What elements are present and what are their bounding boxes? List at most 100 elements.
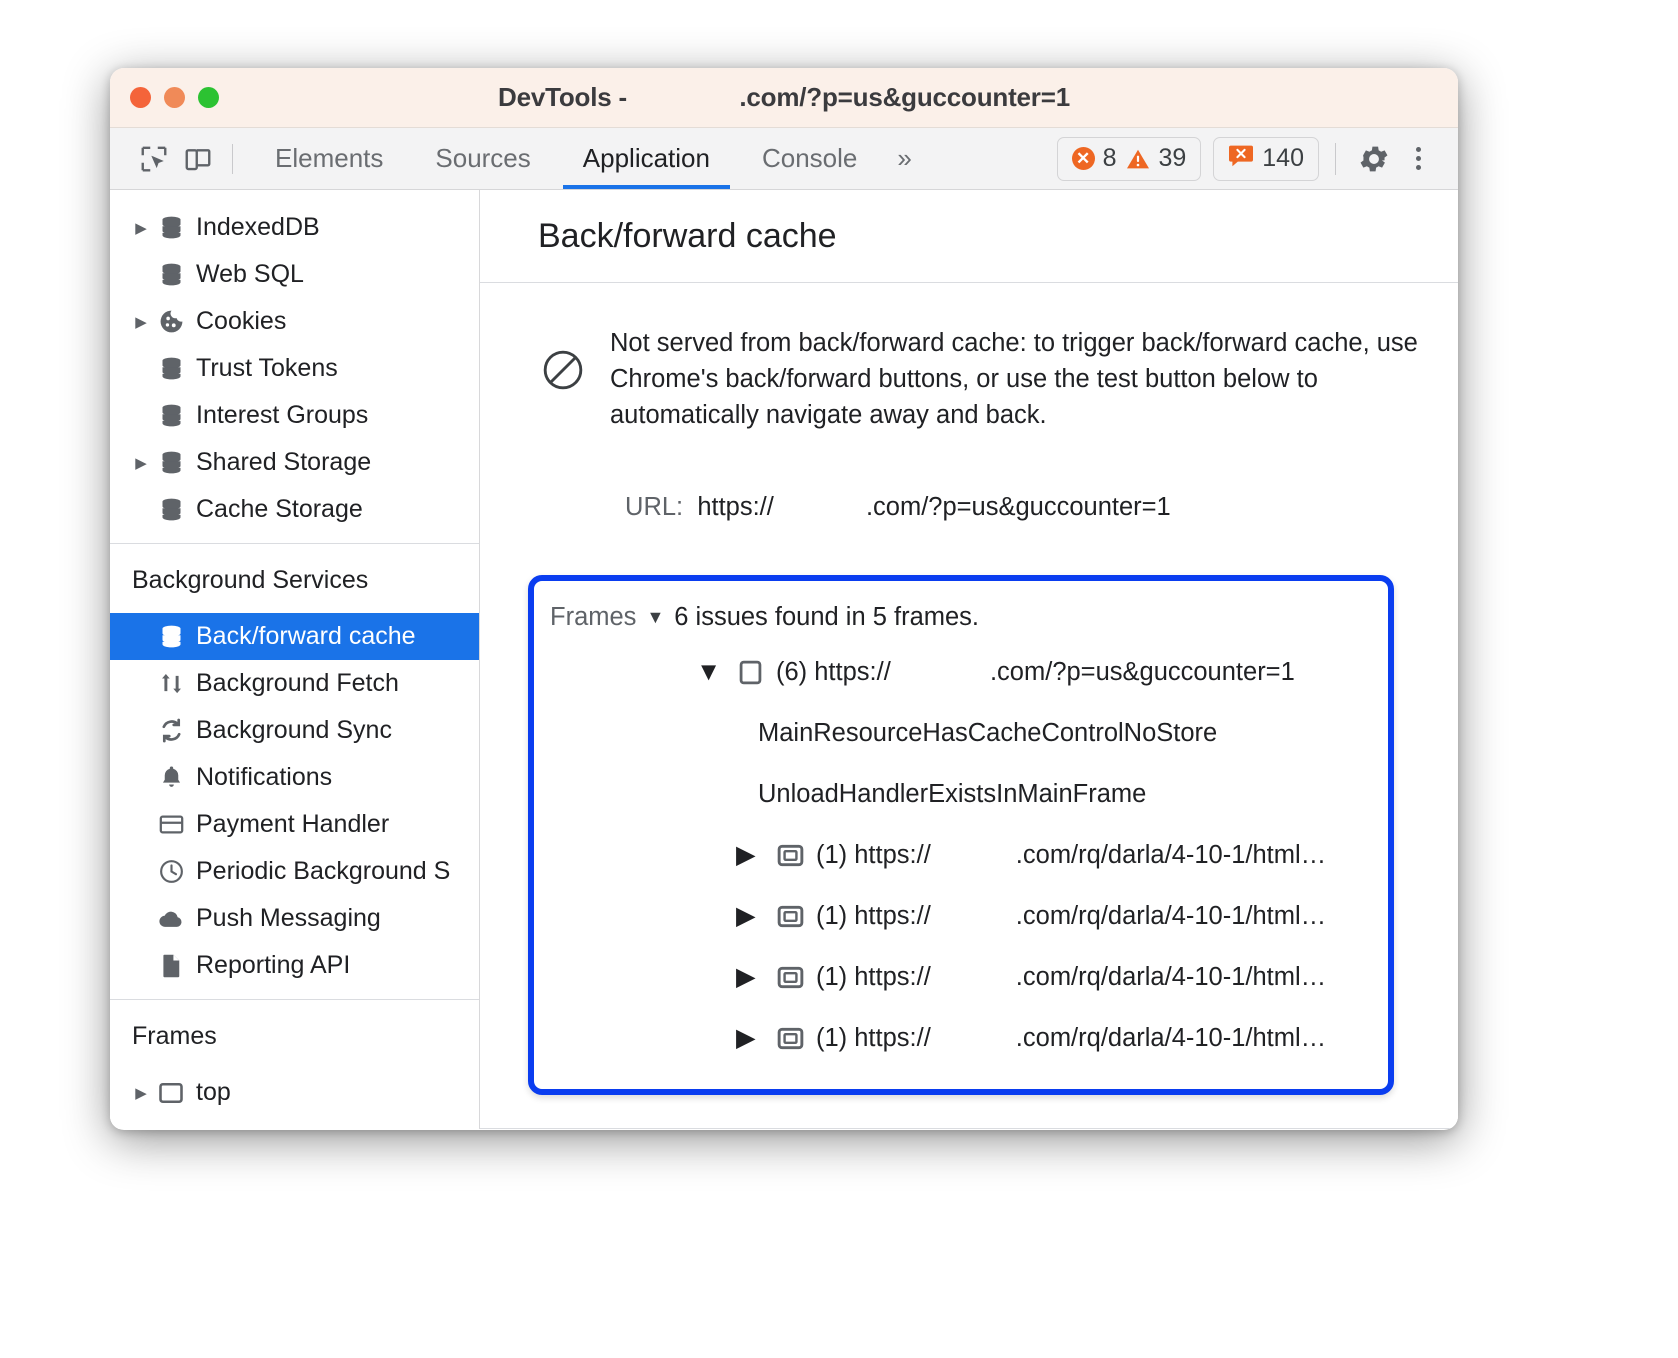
iframe-icon: [770, 1024, 810, 1053]
error-count: 8: [1102, 144, 1117, 172]
toolbar-divider: [232, 143, 233, 174]
toolbar-right-group: [1319, 137, 1440, 181]
iframe-icon: [770, 841, 810, 870]
chevron-right-icon[interactable]: ▶: [736, 1023, 770, 1053]
sidebar-item-shared-storage[interactable]: ▶ Shared Storage: [110, 439, 479, 486]
up-down-arrows-icon: [154, 670, 188, 697]
frame-row-url: (1) https:// .com/rq/darla/4-10-1/html…: [816, 840, 1327, 869]
window-titlebar: DevTools - .com/?p=us&guccounter=1: [110, 68, 1458, 128]
page-url-row: URL: https:// .com/?p=us&guccounter=1: [480, 434, 1458, 551]
sidebar-item-label: Web SQL: [196, 260, 304, 288]
frame-row-child[interactable]: ▶ (1) https:// .com/rq/darla/4-10-1/html…: [534, 947, 1388, 1008]
window-title: DevTools - .com/?p=us&guccounter=1: [498, 82, 1070, 112]
sidebar-item-background-sync[interactable]: ▶ Background Sync: [110, 707, 479, 754]
error-warning-badge-group[interactable]: ✕ 8 39: [1056, 136, 1202, 181]
chevron-right-icon[interactable]: ▶: [736, 962, 770, 992]
devtools-toolbar: Elements Sources Application Console » ✕…: [110, 128, 1458, 190]
sidebar-item-label: Periodic Background S: [196, 857, 451, 885]
status-message: Not served from back/forward cache: to t…: [610, 329, 1418, 430]
sidebar-item-label: IndexedDB: [196, 213, 320, 241]
frame-row-child[interactable]: ▶ (1) https:// .com/rq/darla/4-10-1/html…: [534, 1008, 1388, 1069]
frame-reason-label: MainResourceHasCacheControlNoStore: [758, 718, 1218, 747]
tab-elements[interactable]: Elements: [249, 128, 409, 189]
sidebar-item-reporting-api[interactable]: ▶ Reporting API: [110, 942, 479, 989]
chevron-down-icon[interactable]: ▼: [646, 608, 664, 626]
application-sidebar[interactable]: ▶ ▶ IndexedDB ▶: [110, 190, 480, 1129]
sidebar-item-label: Payment Handler: [196, 810, 390, 838]
sidebar-item-cache-storage[interactable]: ▶ Cache Storage: [110, 486, 479, 533]
issues-count: 140: [1262, 144, 1304, 172]
sidebar-item-web-sql[interactable]: ▶ Web SQL: [110, 251, 479, 298]
tab-console[interactable]: Console: [736, 128, 883, 189]
clock-icon: [154, 858, 188, 885]
sidebar-item-push-messaging[interactable]: ▶ Push Messaging: [110, 895, 479, 942]
database-icon: [154, 261, 188, 288]
database-icon: [154, 402, 188, 429]
chevron-right-icon[interactable]: ▶: [736, 901, 770, 931]
gear-icon[interactable]: [1352, 137, 1396, 181]
frame-row-child[interactable]: ▶ (1) https:// .com/rq/darla/4-10-1/html…: [534, 825, 1388, 886]
database-icon: [154, 214, 188, 241]
warning-count: 39: [1158, 144, 1187, 172]
chevron-down-icon[interactable]: ▼: [696, 658, 730, 687]
sidebar-item-trust-tokens[interactable]: ▶ Trust Tokens: [110, 345, 479, 392]
frame-row-url: (1) https:// .com/rq/darla/4-10-1/html…: [816, 1023, 1327, 1052]
sidebar-item-clipped[interactable]: ▶: [110, 190, 479, 204]
frames-tree-summary: 6 issues found in 5 frames.: [674, 602, 980, 631]
frames-tree-label: Frames: [550, 602, 637, 631]
device-toolbar-icon[interactable]: [176, 137, 220, 181]
database-icon: [154, 355, 188, 382]
inspect-element-icon[interactable]: [132, 137, 176, 181]
more-tabs-icon[interactable]: »: [883, 143, 927, 174]
tab-elements-label: Elements: [275, 143, 384, 173]
tab-application[interactable]: Application: [557, 128, 736, 189]
kebab-menu-icon[interactable]: [1396, 137, 1440, 181]
warning-badge[interactable]: 39: [1126, 144, 1186, 173]
sidebar-item-label: top: [196, 1078, 231, 1106]
sidebar-item-periodic-background-sync[interactable]: ▶ Periodic Background S: [110, 848, 479, 895]
frame-row-url: (6) https:// .com/?p=us&guccounter=1: [776, 657, 1295, 686]
chevron-right-icon[interactable]: ▶: [128, 313, 154, 331]
chevron-right-icon[interactable]: ▶: [128, 454, 154, 472]
frame-icon: [730, 658, 770, 687]
sidebar-item-interest-groups[interactable]: ▶ Interest Groups: [110, 392, 479, 439]
error-circle-x-icon: ✕: [1071, 147, 1095, 170]
database-icon: [154, 449, 188, 476]
credit-card-icon: [154, 811, 188, 838]
sidebar-scroll: ▶ ▶ IndexedDB ▶: [110, 190, 479, 1116]
cloud-icon: [154, 905, 188, 932]
frames-tree-highlight-box[interactable]: Frames ▼ 6 issues found in 5 frames. ▼ (…: [528, 574, 1394, 1095]
chevron-right-icon[interactable]: ▶: [128, 219, 154, 237]
sidebar-item-label: Notifications: [196, 763, 333, 791]
sidebar-item-label: Shared Storage: [196, 448, 372, 476]
frame-row-child[interactable]: ▶ (1) https:// .com/rq/darla/4-10-1/html…: [534, 886, 1388, 947]
frame-reason-row: MainResourceHasCacheControlNoStore: [534, 703, 1388, 764]
issues-badge-group[interactable]: 140: [1213, 136, 1319, 181]
sidebar-item-label: Push Messaging: [196, 904, 381, 932]
sidebar-item-payment-handler[interactable]: ▶ Payment Handler: [110, 801, 479, 848]
frames-tree-header[interactable]: Frames ▼ 6 issues found in 5 frames.: [534, 597, 1388, 642]
sync-icon: [154, 717, 188, 744]
sidebar-item-label: Cookies: [196, 307, 287, 335]
frame-row-url: (1) https:// .com/rq/darla/4-10-1/html…: [816, 962, 1327, 991]
frame-reason-row: UnloadHandlerExistsInMainFrame: [534, 764, 1388, 825]
chevron-right-icon[interactable]: ▶: [736, 840, 770, 870]
sidebar-item-indexeddb[interactable]: ▶ IndexedDB: [110, 204, 479, 251]
tab-sources[interactable]: Sources: [409, 128, 556, 189]
sidebar-item-back-forward-cache[interactable]: ▶ Back/forward cache: [110, 613, 479, 660]
bell-icon: [154, 764, 188, 791]
issue-bubble-x-icon: [1228, 144, 1254, 173]
toolbar-divider-2: [1335, 142, 1336, 175]
sidebar-item-background-fetch[interactable]: ▶ Background Fetch: [110, 660, 479, 707]
error-badge[interactable]: ✕ 8: [1071, 144, 1117, 173]
sidebar-item-top-frame[interactable]: ▶ top: [110, 1069, 479, 1116]
sidebar-item-label: Trust Tokens: [196, 354, 338, 382]
sidebar-section-frames: Frames: [132, 1022, 217, 1050]
issues-badge[interactable]: 140: [1228, 144, 1304, 173]
document-icon: [154, 952, 188, 979]
chevron-right-icon[interactable]: ▶: [128, 1084, 154, 1102]
sidebar-item-cookies[interactable]: ▶ Cookies: [110, 298, 479, 345]
database-icon: [154, 623, 188, 650]
sidebar-item-notifications[interactable]: ▶ Notifications: [110, 754, 479, 801]
frame-row-root[interactable]: ▼ (6) https:// .com/?p=us&guccounter=1: [534, 642, 1388, 703]
